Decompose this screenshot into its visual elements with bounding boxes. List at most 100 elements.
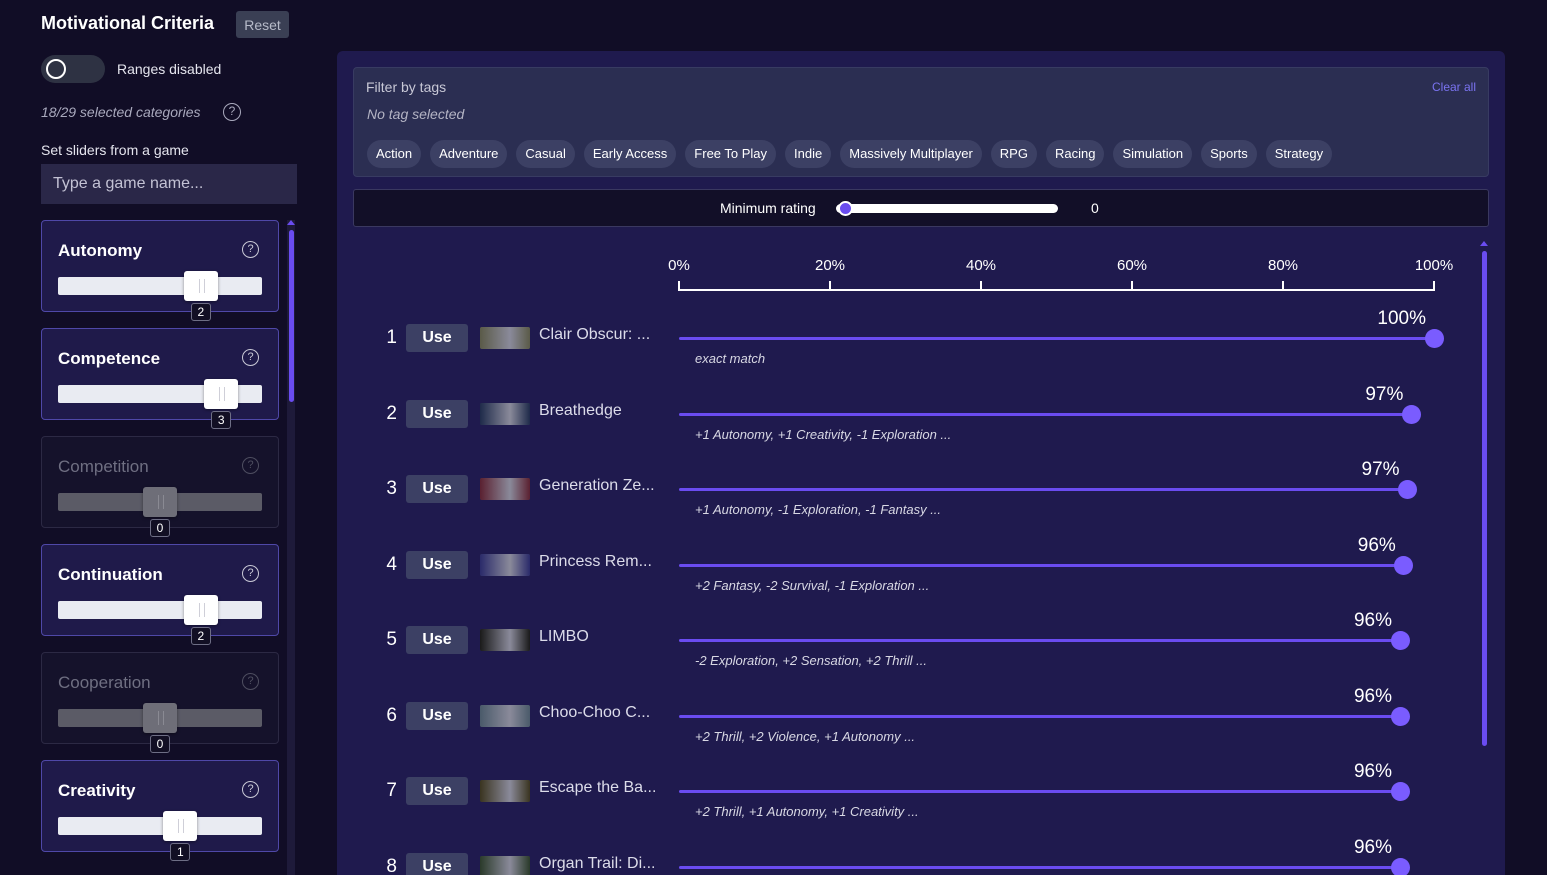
use-button[interactable]: Use xyxy=(406,550,468,579)
help-icon[interactable]: ? xyxy=(242,457,259,474)
filter-status: No tag selected xyxy=(367,106,465,122)
criterion-name: Continuation xyxy=(58,565,163,584)
tag-chip[interactable]: Simulation xyxy=(1113,140,1193,168)
criterion-card[interactable]: Cooperation? 0 xyxy=(41,652,279,753)
game-name[interactable]: Princess Rem... xyxy=(539,553,652,571)
criterion-slider[interactable] xyxy=(58,379,262,409)
tag-chip[interactable]: RPG xyxy=(990,140,1037,168)
use-button[interactable]: Use xyxy=(406,626,468,654)
criterion-card[interactable]: Competence? 3 xyxy=(41,328,279,429)
tag-chip[interactable]: Sports xyxy=(1201,140,1257,168)
reset-button[interactable]: Reset xyxy=(236,11,289,38)
help-icon[interactable]: ? xyxy=(242,781,259,798)
game-thumbnail xyxy=(480,780,530,802)
result-row: 6 Use Choo-Choo C... 96% +2 Thrill, +2 Viole… xyxy=(337,686,1477,762)
criterion-slider-thumb[interactable] xyxy=(143,703,177,733)
use-button[interactable]: Use xyxy=(406,852,468,875)
tag-chip[interactable]: Massively Multiplayer xyxy=(840,140,982,168)
match-percent: 96% xyxy=(1353,685,1393,707)
tag-chip[interactable]: Early Access xyxy=(583,140,677,168)
toggle-knob xyxy=(46,59,66,79)
filter-title: Filter by tags xyxy=(366,79,447,95)
tag-chip[interactable]: Indie xyxy=(785,140,832,168)
match-percent: 100% xyxy=(1377,308,1426,329)
help-icon[interactable]: ? xyxy=(223,103,241,121)
criterion-slider-thumb[interactable] xyxy=(204,379,239,409)
game-name[interactable]: Generation Ze... xyxy=(539,477,655,495)
minimum-rating: Minimum rating 0 xyxy=(353,189,1489,227)
criterion-slider-thumb[interactable] xyxy=(183,595,218,625)
result-row: 2 Use Breathedge 97% +1 Autonomy, +1 Creativ… xyxy=(337,384,1477,460)
scroll-up-arrow-icon[interactable] xyxy=(287,220,295,225)
use-button[interactable]: Use xyxy=(406,324,468,352)
use-button[interactable]: Use xyxy=(406,475,468,503)
minimum-rating-label: Minimum rating xyxy=(720,200,816,216)
tag-chip[interactable]: Free To Play xyxy=(685,140,777,168)
result-rank: 6 xyxy=(386,704,397,726)
criterion-card[interactable]: Continuation? 2 xyxy=(41,544,279,645)
criterion-value: 2 xyxy=(190,303,211,321)
help-icon[interactable]: ? xyxy=(242,673,259,690)
minimum-rating-thumb[interactable] xyxy=(838,201,853,216)
game-name[interactable]: Organ Trail: Di... xyxy=(539,855,655,873)
minimum-rating-slider[interactable] xyxy=(836,204,1058,213)
criterion-slider-thumb[interactable] xyxy=(163,811,198,841)
game-name[interactable]: Escape the Ba... xyxy=(539,779,656,797)
axis-tick xyxy=(980,281,982,291)
game-name[interactable]: Choo-Choo C... xyxy=(539,704,650,722)
criterion-card[interactable]: Autonomy? 2 xyxy=(41,220,279,321)
criterion-slider[interactable] xyxy=(58,271,262,301)
result-rank: 2 xyxy=(386,402,397,424)
game-thumbnail xyxy=(480,704,530,727)
axis-tick xyxy=(678,281,680,291)
criterion-slider[interactable] xyxy=(58,811,262,841)
results-scrollbar-thumb[interactable] xyxy=(1482,251,1487,746)
match-difference: +2 Thrill, +2 Violence, +1 Autonomy ... xyxy=(695,728,916,744)
match-percent: 96% xyxy=(1357,534,1396,556)
help-icon[interactable]: ? xyxy=(242,241,259,258)
criterion-slider[interactable] xyxy=(58,595,262,625)
criterion-card[interactable]: Creativity? 1 xyxy=(41,760,279,861)
criterion-value: 3 xyxy=(211,411,232,429)
clear-all-link[interactable]: Clear all xyxy=(1432,80,1476,94)
tag-chip[interactable]: Strategy xyxy=(1265,140,1333,168)
tag-chip[interactable]: Racing xyxy=(1045,140,1105,168)
main-panel: Filter by tags No tag selected Clear all… xyxy=(337,51,1505,875)
game-name[interactable]: LIMBO xyxy=(539,628,589,646)
result-rank: 8 xyxy=(386,855,397,875)
match-difference: +2 Thrill, +1 Autonomy, +1 Creativity ..… xyxy=(695,804,919,819)
criterion-slider[interactable] xyxy=(58,703,262,733)
criterion-name: Cooperation xyxy=(58,673,151,692)
criterion-slider[interactable] xyxy=(58,487,262,517)
result-row: 5 Use LIMBO 96% -2 Exploration, +2 Sensation… xyxy=(337,610,1477,686)
game-thumbnail xyxy=(480,855,530,875)
tag-chip[interactable]: Casual xyxy=(516,140,575,168)
criterion-slider-thumb[interactable] xyxy=(143,487,177,517)
use-button[interactable]: Use xyxy=(406,777,468,805)
use-button[interactable]: Use xyxy=(406,701,468,730)
tag-chip[interactable]: Action xyxy=(367,140,422,168)
criterion-slider-thumb[interactable] xyxy=(183,271,218,301)
help-icon[interactable]: ? xyxy=(242,349,259,366)
game-name[interactable]: Breathedge xyxy=(539,402,622,420)
match-bar xyxy=(679,790,1401,793)
axis-tick xyxy=(829,281,831,291)
tag-filter: Filter by tags No tag selected Clear all… xyxy=(353,67,1489,177)
game-thumbnail xyxy=(480,553,530,576)
result-row: 7 Use Escape the Ba... 96% +2 Thrill, +1 Aut… xyxy=(337,761,1477,837)
result-row: 1 Use Clair Obscur: ... 100% exact match xyxy=(337,308,1477,384)
game-name[interactable]: Clair Obscur: ... xyxy=(539,326,650,344)
tag-chip[interactable]: Adventure xyxy=(430,140,508,168)
axis-tick xyxy=(1131,281,1133,291)
game-search-input[interactable] xyxy=(41,164,297,204)
ranges-toggle[interactable] xyxy=(41,55,105,83)
criterion-card[interactable]: Competition? 0 xyxy=(41,436,279,537)
sidebar-scrollbar-thumb[interactable] xyxy=(289,230,294,402)
scroll-up-arrow-icon[interactable] xyxy=(1480,241,1488,246)
match-bar xyxy=(679,337,1434,340)
use-button[interactable]: Use xyxy=(406,399,468,428)
result-rank: 5 xyxy=(386,629,397,650)
axis-tick-label: 20% xyxy=(814,257,846,274)
match-bar xyxy=(679,563,1404,567)
help-icon[interactable]: ? xyxy=(242,565,259,582)
